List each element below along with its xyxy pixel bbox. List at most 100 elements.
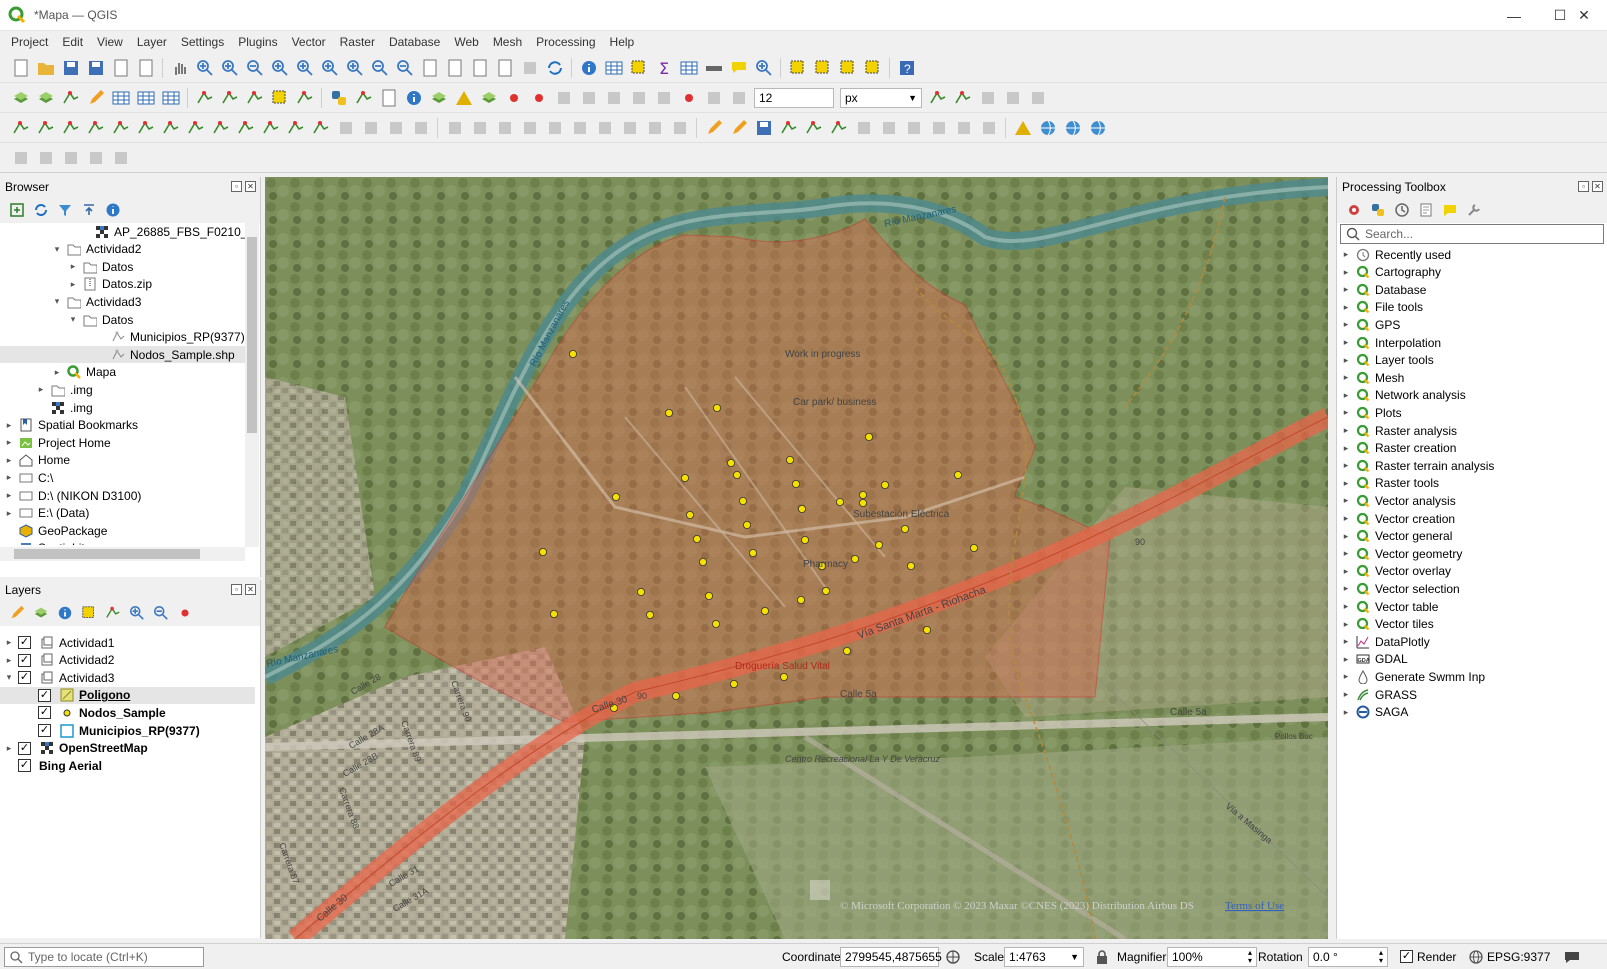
text-annotation-icon[interactable] (36, 148, 56, 168)
expand-arrow-icon[interactable]: ▸ (4, 508, 14, 519)
browser-item[interactable]: ▸ Project Home (4, 434, 111, 451)
processing-provider-item[interactable]: ▸ Vector general (1341, 528, 1453, 545)
processing-provider-item[interactable]: ▸ Cartography (1341, 264, 1441, 281)
processing-provider-item[interactable]: ▸ Raster tools (1341, 475, 1439, 492)
expand-arrow-icon[interactable]: ▸ (52, 367, 62, 378)
layer-visibility-checkbox[interactable]: ✓ (18, 636, 31, 649)
float-panel-button[interactable]: ▫ (231, 181, 242, 192)
browser-item[interactable]: ▾ Actividad3 (52, 293, 142, 310)
menu-web[interactable]: Web (447, 35, 485, 49)
browser-item[interactable]: Municipios_RP(9377).sł (96, 329, 245, 346)
expand-arrow-icon[interactable]: ▸ (4, 490, 14, 501)
collapse-arrow-icon[interactable]: ▾ (52, 244, 62, 255)
scale-icon[interactable] (520, 118, 540, 138)
menu-vector[interactable]: Vector (285, 35, 333, 49)
pan-map-icon[interactable] (170, 58, 190, 78)
menu-project[interactable]: Project (4, 35, 55, 49)
close-panel-button[interactable]: ✕ (1592, 181, 1603, 192)
rotate-point-symbols-icon[interactable] (336, 118, 356, 138)
layer-item[interactable]: ✓ Municipios_RP(9377) (0, 722, 255, 739)
help-contents-icon[interactable]: ? (897, 58, 917, 78)
add-vector-layer-icon[interactable] (36, 88, 56, 108)
delete-selected-icon[interactable] (854, 118, 874, 138)
expand-arrow-icon[interactable]: ▸ (1341, 583, 1351, 594)
expand-arrow-icon[interactable]: ▸ (68, 261, 78, 272)
processing-provider-item[interactable]: ▸ Vector geometry (1341, 545, 1463, 562)
layer-styling-icon[interactable] (479, 88, 499, 108)
expand-arrow-icon[interactable]: ▸ (1341, 267, 1351, 278)
statistical-summary-icon[interactable]: Σ (654, 58, 674, 78)
geometry-checker-icon[interactable] (1013, 118, 1033, 138)
redo-icon[interactable] (979, 118, 999, 138)
expand-arrow-icon[interactable]: ▸ (4, 437, 14, 448)
expand-arrow-icon[interactable]: ▸ (36, 384, 46, 395)
snapping-icon[interactable] (704, 88, 724, 108)
form-annotation-icon[interactable] (111, 148, 131, 168)
align-icon[interactable] (445, 118, 465, 138)
processing-provider-item[interactable]: ▸ Vector creation (1341, 510, 1455, 527)
expand-arrow-icon[interactable]: ▸ (1341, 443, 1351, 454)
layer-item[interactable]: ✓ Bing Aerial (0, 757, 255, 774)
svg-annotation-icon[interactable] (86, 148, 106, 168)
reverse-line-icon[interactable] (386, 118, 406, 138)
processing-provider-item[interactable]: ▸ Interpolation (1341, 334, 1441, 351)
expand-arrow-icon[interactable]: ▸ (1341, 355, 1351, 366)
open-attribute-table-icon[interactable] (604, 58, 624, 78)
add-polygon-icon[interactable] (11, 118, 31, 138)
show-bookmarks-icon[interactable] (495, 58, 515, 78)
browser-item[interactable]: ▸ D:\ (NIKON D3100) (4, 487, 142, 504)
paste-features-icon[interactable] (929, 118, 949, 138)
layer-item[interactable]: ▸ ✓ OpenStreetMap (0, 740, 255, 757)
browser-item[interactable]: ▸ Spatial Bookmarks (4, 417, 138, 434)
label-change-icon[interactable] (629, 88, 649, 108)
add-postgis-icon[interactable] (136, 88, 156, 108)
expand-arrow-icon[interactable]: ▸ (1341, 654, 1351, 665)
expand-arrow-icon[interactable]: ▸ (4, 743, 14, 754)
expand-arrow-icon[interactable]: ▸ (1341, 513, 1351, 524)
results-viewer-icon[interactable] (1417, 201, 1435, 219)
save-edits-icon[interactable] (754, 118, 774, 138)
processing-provider-item[interactable]: ▸ Raster creation (1341, 440, 1457, 457)
minimize-button[interactable]: — (1491, 0, 1537, 31)
snapping-type-icon[interactable] (729, 88, 749, 108)
processing-provider-item[interactable]: ▸ Raster analysis (1341, 422, 1457, 439)
add-ring-icon[interactable] (61, 118, 81, 138)
close-panel-button[interactable]: ✕ (245, 181, 256, 192)
expand-arrow-icon[interactable]: ▸ (4, 637, 14, 648)
merge-attributes-icon[interactable] (311, 118, 331, 138)
refresh-icon[interactable] (32, 201, 50, 219)
browser-item[interactable]: AP_26885_FBS_F0210_RT1. (80, 223, 245, 240)
tracing-icon[interactable] (1003, 88, 1023, 108)
zoom-to-layer-icon[interactable] (320, 58, 340, 78)
processing-provider-item[interactable]: ▸ Raster terrain analysis (1341, 457, 1495, 474)
browser-horizontal-scrollbar[interactable] (0, 547, 245, 561)
processing-provider-item[interactable]: ▸ Layer tools (1341, 352, 1434, 369)
crs-value[interactable]: EPSG:9377 (1487, 950, 1550, 964)
crs-globe-icon[interactable] (1468, 949, 1484, 965)
expand-arrow-icon[interactable]: ▸ (1341, 390, 1351, 401)
new-geopackage-icon[interactable] (220, 88, 240, 108)
new-project-icon[interactable] (11, 58, 31, 78)
georeferencer-icon[interactable] (1038, 118, 1058, 138)
toggle-editing-icon[interactable] (729, 118, 749, 138)
map-canvas[interactable]: Río Manzanares Río Manzanares Río Manzan… (265, 177, 1328, 939)
info-icon[interactable] (104, 201, 122, 219)
label-pin-icon[interactable] (529, 88, 549, 108)
undo-icon[interactable] (954, 118, 974, 138)
processing-provider-item[interactable]: ▸ Vector selection (1341, 580, 1460, 597)
offset-curve-icon[interactable] (211, 118, 231, 138)
layer-visibility-checkbox[interactable]: ✓ (38, 706, 51, 720)
add-group-icon[interactable] (32, 604, 50, 622)
add-part-icon[interactable] (86, 118, 106, 138)
manage-map-themes-icon[interactable] (56, 604, 74, 622)
add-wms-icon[interactable] (86, 88, 106, 108)
menu-settings[interactable]: Settings (174, 35, 231, 49)
lock-scale-icon[interactable] (1095, 949, 1109, 965)
models-icon[interactable] (1345, 201, 1363, 219)
select-features-icon[interactable] (629, 58, 649, 78)
topology-editing-icon[interactable] (928, 88, 948, 108)
label-show-hide-icon[interactable] (554, 88, 574, 108)
add-mssql-icon[interactable] (161, 88, 181, 108)
processing-provider-item[interactable]: ▸ Vector table (1341, 598, 1439, 615)
expand-arrow-icon[interactable]: ▸ (1341, 319, 1351, 330)
